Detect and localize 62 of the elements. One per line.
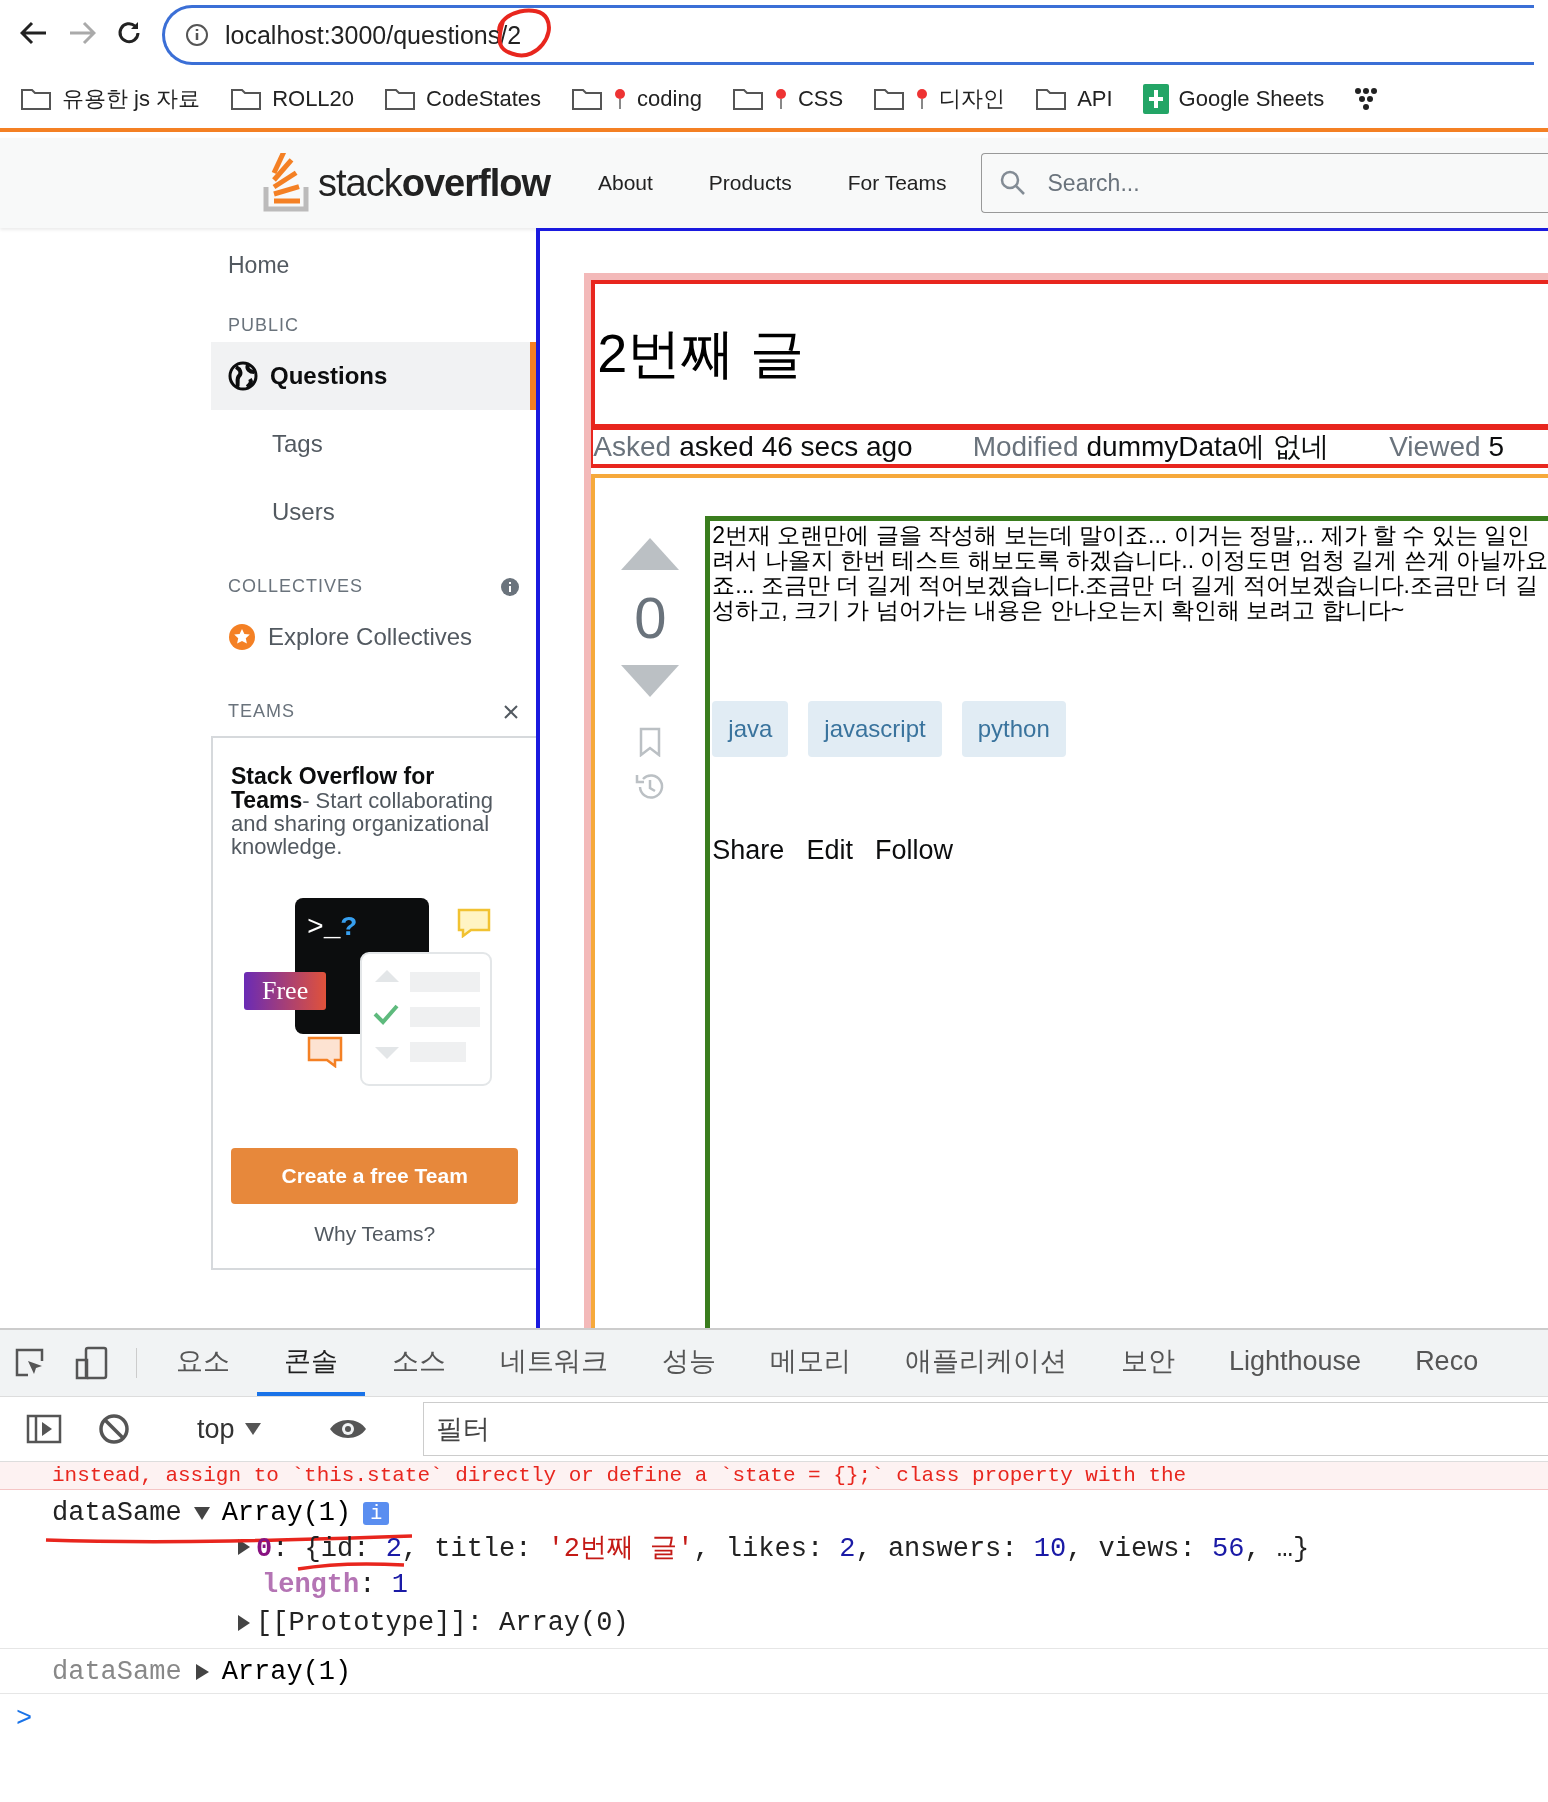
property-line: [[Prototype]]: Array(0) xyxy=(256,1608,629,1638)
section-heading: TEAMS xyxy=(228,701,295,722)
sidebar-item[interactable]: Tags xyxy=(211,410,537,478)
bookmark[interactable]: ROLL20 xyxy=(230,86,355,112)
devtools-tab[interactable]: Lighthouse xyxy=(1202,1330,1389,1396)
bookmark[interactable]: Google Sheets xyxy=(1142,84,1325,114)
console-error-line: instead, assign to `this.state` directly or define a `state = {};` class property with the xyxy=(51,1464,1188,1487)
question-title: 2번째 글 xyxy=(596,321,805,385)
log-label: dataSame xyxy=(52,1498,182,1528)
tag[interactable]: python xyxy=(961,701,1066,757)
search-field[interactable]: Search... xyxy=(980,153,1548,213)
bookmark[interactable]: API xyxy=(1035,86,1113,112)
log-label: dataSame xyxy=(52,1657,182,1687)
nav-link[interactable]: About xyxy=(569,171,681,195)
sidebar-item[interactable]: Users xyxy=(211,478,537,546)
post-action-link[interactable]: Follow xyxy=(874,835,953,866)
tag[interactable]: java xyxy=(712,701,789,757)
vote-count: 0 xyxy=(634,584,667,651)
filter-field[interactable]: 필터 xyxy=(422,1402,1548,1456)
meta-item: Modified dummyData에 없네 xyxy=(972,430,1330,464)
info-badge: i xyxy=(363,1501,390,1525)
devtools-tab[interactable]: 소스 xyxy=(365,1330,473,1396)
devtools-tab[interactable]: 애플리케이션 xyxy=(878,1330,1094,1396)
section-heading: PUBLIC xyxy=(228,315,300,336)
post-body-line: 죠... 조금만 더 길게 적어보겠습니다.조금만 더 길게 적어보겠습니다.조금만 더 길 xyxy=(712,573,1539,598)
devtools-tab[interactable]: 보안 xyxy=(1094,1330,1202,1396)
devtools-tab[interactable]: 요소 xyxy=(149,1330,257,1396)
context-dropdown[interactable]: top xyxy=(185,1413,273,1445)
devtools-tab[interactable]: 메모리 xyxy=(743,1330,878,1396)
devtools-tab[interactable]: Reco xyxy=(1388,1330,1506,1396)
post-body-line: 려서 나올지 한번 테스트 해보도록 하겠습니다.. 이정도면 엄청 길게 쓴게 아닐까요 xyxy=(712,548,1548,573)
post-action-link[interactable]: Edit xyxy=(806,835,853,866)
home-link[interactable]: Home xyxy=(211,246,537,285)
nav-link[interactable]: For Teams xyxy=(819,171,975,195)
meta-item: Asked asked 46 secs ago xyxy=(593,431,913,463)
console-prompt[interactable]: > xyxy=(0,1694,1548,1744)
meta-item: Viewed 5 xyxy=(1389,431,1505,463)
free-badge: Free xyxy=(244,972,327,1011)
post-action-link[interactable]: Share xyxy=(712,835,785,866)
post-body-line: 2번재 오랜만에 글을 작성해 보는데 말이죠... 이거는 정말,.. 제가 할 수 있는 일인 xyxy=(712,523,1532,548)
property-line: length: 1 xyxy=(262,1570,408,1600)
sidebar-item[interactable]: Questions xyxy=(211,342,537,410)
bookmark[interactable]: CodeStates xyxy=(384,86,542,112)
nav-link[interactable]: Products xyxy=(680,171,820,195)
log-value[interactable]: Array(1) xyxy=(221,1657,352,1687)
sidebar-item[interactable]: Explore Collectives xyxy=(211,603,537,671)
bookmark[interactable]: CSS xyxy=(731,86,844,112)
logo[interactable]: stackoverflow xyxy=(262,153,550,213)
bookmark[interactable]: 디자인 xyxy=(873,84,1006,114)
search-input[interactable]: Search... xyxy=(1045,168,1548,198)
devtools-tab[interactable]: 네트워크 xyxy=(473,1330,635,1396)
devtools-tab[interactable]: 콘솔 xyxy=(257,1330,365,1396)
log-value[interactable]: Array(1) xyxy=(221,1498,352,1528)
teams-description: Stack Overflow for Teams- Start collaborating and sharing organizational knowledge. xyxy=(231,764,494,859)
tag[interactable]: javascript xyxy=(808,701,942,757)
bookmark[interactable]: coding xyxy=(571,86,702,112)
bookmark[interactable]: 유용한 js 자료 xyxy=(20,84,201,114)
why-teams-link[interactable]: Why Teams? xyxy=(231,1222,519,1247)
section-heading: COLLECTIVES xyxy=(228,576,364,597)
post-body-line: 성하고, 크기 가 넘어가는 내용은 안나오는지 확인해 보려고 합니다~ xyxy=(712,598,1406,623)
property-line: 0: {id: 2, title: '2번째 글', likes: 2, answers: 10, views: 56, …} xyxy=(256,1533,1310,1565)
devtools-tab[interactable]: 성능 xyxy=(635,1330,743,1396)
